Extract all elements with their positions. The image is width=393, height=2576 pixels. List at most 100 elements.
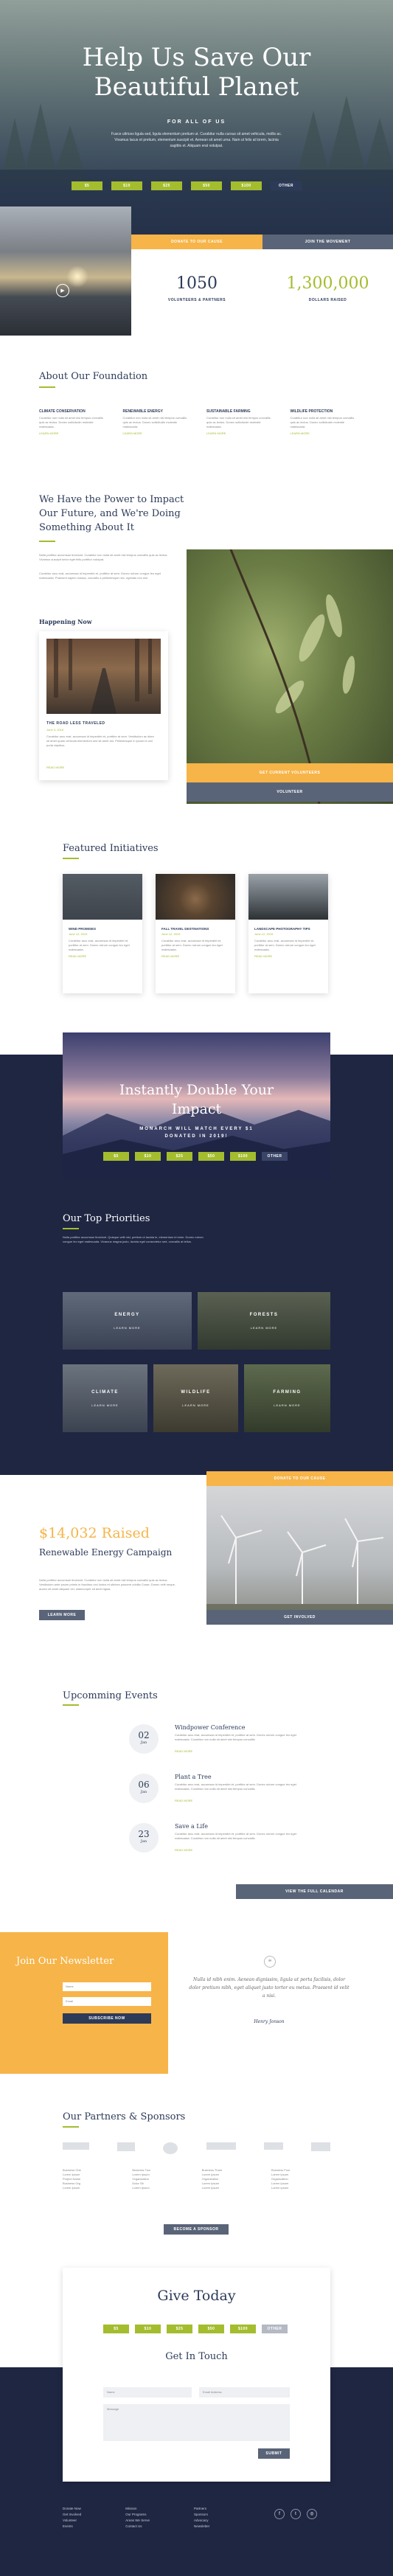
priority-tile-link[interactable]: LEARN MORE bbox=[182, 1403, 209, 1407]
volunteers-count: 1050 bbox=[176, 274, 218, 293]
initiative-read-more[interactable]: READ MORE bbox=[161, 954, 229, 958]
event-item[interactable]: 23 Jan Save a Life Curabitur arcu erat, … bbox=[129, 1823, 321, 1855]
footer-link[interactable]: Events bbox=[63, 2524, 81, 2530]
partner-column: Business Three Lorem Ipsum Organization … bbox=[202, 2168, 261, 2190]
footer-link[interactable]: Areas We Serve bbox=[125, 2518, 150, 2524]
subscribe-button[interactable]: SUBSCRIBE NOW bbox=[63, 2013, 151, 2024]
donate-other-button[interactable]: OTHER bbox=[271, 181, 302, 190]
partner-name[interactable]: Lorem Ipsum bbox=[63, 2186, 122, 2190]
become-sponsor-button[interactable]: BECOME A SPONSOR bbox=[164, 2224, 229, 2235]
donate-amount-button[interactable]: $50 bbox=[198, 2325, 224, 2333]
event-read-more[interactable]: READ MORE bbox=[175, 1799, 192, 1802]
sunset-caption bbox=[0, 338, 131, 342]
footer-link[interactable]: Contact Us bbox=[125, 2524, 150, 2530]
priority-tile-forests[interactable]: FORESTS LEARN MORE bbox=[198, 1292, 330, 1350]
about-heading: About Our Foundation bbox=[39, 371, 148, 382]
priority-tile-climate[interactable]: CLIMATE LEARN MORE bbox=[63, 1364, 147, 1432]
partners-heading: Our Partners & Sponsors bbox=[63, 2111, 186, 2122]
footer-link[interactable]: Volunteer bbox=[63, 2518, 81, 2524]
volunteer-button[interactable]: VOLUNTEER bbox=[187, 782, 393, 802]
priority-tile-label: WILDLIFE bbox=[181, 1389, 211, 1395]
event-item[interactable]: 02 Jan Windpower Conference Curabitur ar… bbox=[129, 1724, 321, 1757]
contact-message-textarea[interactable] bbox=[103, 2404, 290, 2441]
tab-donate-cause[interactable]: DONATE TO OUR CAUSE bbox=[131, 235, 262, 249]
event-body: Curabitur arcu erat, accumsan id imperdi… bbox=[175, 1832, 296, 1840]
initiative-read-more[interactable]: READ MORE bbox=[69, 954, 136, 958]
initiative-read-more[interactable]: READ MORE bbox=[254, 954, 322, 958]
donate-amount-button[interactable]: $5 bbox=[103, 2325, 129, 2333]
donate-other-button[interactable]: OTHER bbox=[262, 2325, 288, 2333]
about-column: SUSTAINABLE FARMING Curabitur non nulla … bbox=[206, 409, 273, 435]
donate-amount-button[interactable]: $25 bbox=[167, 1152, 192, 1161]
volunteers-button[interactable]: GET CURRENT VOLUNTEERS bbox=[187, 763, 393, 782]
priority-tile-link[interactable]: LEARN MORE bbox=[91, 1403, 118, 1407]
donate-amount-button[interactable]: $50 bbox=[191, 181, 222, 190]
sunset-image: ▶ bbox=[0, 206, 131, 336]
view-calendar-button[interactable]: VIEW THE FULL CALENDAR bbox=[236, 1884, 393, 1899]
donate-amount-button[interactable]: $10 bbox=[135, 1152, 161, 1161]
campaign-tab[interactable]: DONATE TO OUR CAUSE bbox=[206, 1471, 393, 1486]
donate-amount-button[interactable]: $100 bbox=[230, 2325, 256, 2333]
newsletter-name-input[interactable] bbox=[63, 1982, 151, 1991]
tab-join-movement[interactable]: JOIN THE MOVEMENT bbox=[262, 235, 393, 249]
donate-amount-button[interactable]: $100 bbox=[231, 181, 262, 190]
donate-amount-button[interactable]: $25 bbox=[151, 181, 182, 190]
footer-link[interactable]: Get Involved bbox=[63, 2512, 81, 2518]
campaign-learn-more-button[interactable]: LEARN MORE bbox=[39, 1610, 85, 1620]
donate-amount-button[interactable]: $10 bbox=[135, 2325, 161, 2333]
footer-link[interactable]: Sponsors bbox=[194, 2512, 209, 2518]
footer-link[interactable]: Mission bbox=[125, 2506, 150, 2512]
donate-amount-button[interactable]: $100 bbox=[230, 1152, 256, 1161]
donate-amount-button[interactable]: $10 bbox=[111, 181, 142, 190]
event-read-more[interactable]: READ MORE bbox=[175, 1749, 192, 1753]
initiative-title: WIND PROMISES bbox=[69, 927, 97, 931]
about-learn-more-link[interactable]: LEARN MORE bbox=[206, 431, 273, 435]
event-date-badge: 23 Jan bbox=[129, 1823, 159, 1853]
donate-amount-button[interactable]: $5 bbox=[72, 181, 102, 190]
event-card-read-more[interactable]: READ MORE bbox=[46, 765, 64, 769]
submit-button[interactable]: SUBMIT bbox=[258, 2448, 290, 2459]
about-column-title: RENEWABLE ENERGY bbox=[122, 409, 163, 414]
newsletter-email-input[interactable] bbox=[63, 1997, 151, 2006]
initiative-card[interactable]: WIND PROMISES June 12, 2019 Curabitur ar… bbox=[63, 874, 142, 993]
facebook-icon[interactable]: f bbox=[274, 2509, 285, 2519]
partner-logo bbox=[206, 2142, 236, 2150]
event-item[interactable]: 06 Jan Plant a Tree Curabitur arcu erat,… bbox=[129, 1774, 321, 1806]
donate-amount-button[interactable]: $50 bbox=[198, 1152, 224, 1161]
about-learn-more-link[interactable]: LEARN MORE bbox=[123, 431, 189, 435]
partner-name[interactable]: Lorem Ipsum bbox=[271, 2186, 330, 2190]
partner-name[interactable]: Lorem Ipsum bbox=[132, 2186, 191, 2190]
contact-heading: Get In Touch bbox=[165, 2351, 228, 2362]
play-icon[interactable]: ▶ bbox=[56, 284, 69, 297]
priorities-underline bbox=[63, 1228, 79, 1229]
priority-tile-energy[interactable]: ENERGY LEARN MORE bbox=[63, 1292, 192, 1350]
partner-name[interactable]: Lorem Ipsum bbox=[202, 2186, 261, 2190]
donate-other-button[interactable]: OTHER bbox=[262, 1152, 288, 1161]
event-read-more[interactable]: READ MORE bbox=[175, 1848, 192, 1852]
footer-link[interactable]: Newsletter bbox=[194, 2524, 209, 2530]
about-learn-more-link[interactable]: LEARN MORE bbox=[39, 431, 105, 435]
event-card-title: THE ROAD LESS TRAVELED bbox=[46, 721, 105, 726]
footer-link[interactable]: Donate Now bbox=[63, 2506, 81, 2512]
initiative-card[interactable]: FALL TRAVEL DESTINATIONS June 12, 2019 C… bbox=[156, 874, 235, 993]
donate-amount-button[interactable]: $25 bbox=[167, 2325, 192, 2333]
priority-tile-farming[interactable]: FARMING LEARN MORE bbox=[244, 1364, 330, 1432]
footer-link[interactable]: Our Programs bbox=[125, 2512, 150, 2518]
initiatives-heading: Featured Initiatives bbox=[63, 843, 159, 854]
campaign-raised: $14,032 Raised bbox=[39, 1525, 150, 1541]
contact-name-input[interactable] bbox=[103, 2387, 192, 2398]
twitter-icon[interactable]: t bbox=[291, 2509, 301, 2519]
priority-tile-wildlife[interactable]: WILDLIFE LEARN MORE bbox=[153, 1364, 238, 1432]
footer-link[interactable]: Partners bbox=[194, 2506, 209, 2512]
priority-tile-link[interactable]: LEARN MORE bbox=[251, 1326, 277, 1330]
priority-tile-link[interactable]: LEARN MORE bbox=[114, 1326, 140, 1330]
power-underline bbox=[39, 541, 55, 542]
about-learn-more-link[interactable]: LEARN MORE bbox=[291, 431, 357, 435]
instagram-icon[interactable]: ◎ bbox=[307, 2509, 317, 2519]
get-involved-button[interactable]: GET INVOLVED bbox=[206, 1610, 393, 1625]
donate-amount-button[interactable]: $5 bbox=[103, 1152, 129, 1161]
footer-link[interactable]: Advocacy bbox=[194, 2518, 209, 2524]
contact-name-placeholder: Name bbox=[107, 2390, 115, 2394]
priority-tile-link[interactable]: LEARN MORE bbox=[274, 1403, 300, 1407]
initiative-card[interactable]: LANDSCAPE PHOTOGRAPHY TIPS June 12, 2019… bbox=[248, 874, 328, 993]
